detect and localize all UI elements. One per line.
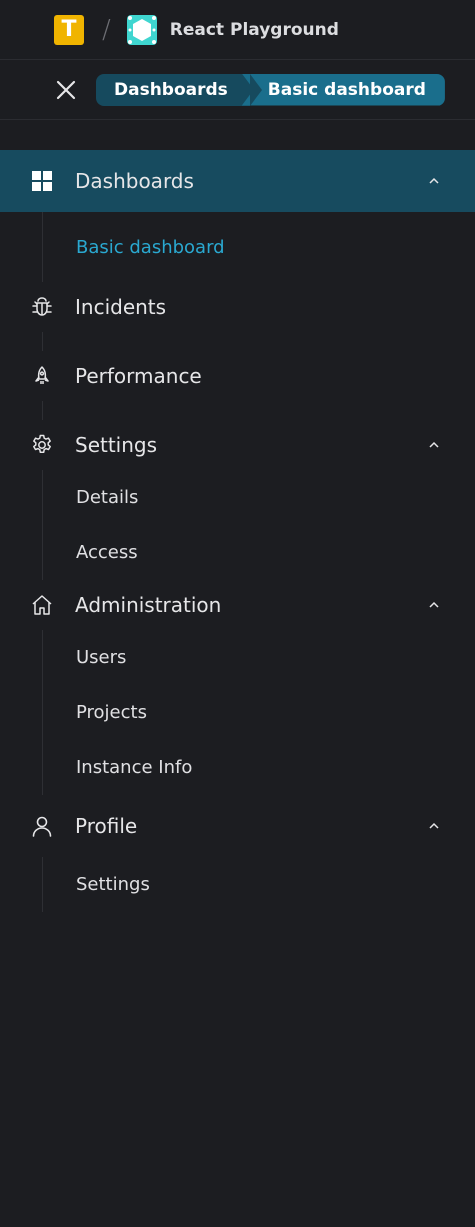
submenu-item-details[interactable]: Details [0, 470, 475, 525]
gear-icon [29, 432, 55, 458]
submenu-item-projects[interactable]: Projects [0, 685, 475, 740]
submenu-item-label: Access [76, 542, 138, 563]
sidebar-item-incidents[interactable]: Incidents [0, 282, 475, 332]
grid-icon [29, 168, 55, 194]
submenu-item-users[interactable]: Users [0, 630, 475, 685]
project-name[interactable]: React Playground [170, 20, 339, 40]
nav-guide-line [42, 401, 43, 420]
sidebar-item-administration[interactable]: Administration [0, 580, 475, 630]
sidebar-item-label: Dashboards [75, 169, 194, 193]
chevron-up-icon[interactable] [426, 818, 442, 834]
top-bar: T / React Playground [0, 0, 475, 60]
sidebar-item-dashboards[interactable]: Dashboards [0, 150, 475, 212]
org-logo-letter: T [61, 16, 77, 42]
breadcrumb-item-dashboards[interactable]: Dashboards [96, 73, 262, 106]
breadcrumb: Dashboards Basic dashboard [96, 73, 445, 106]
submenu-item-label: Users [76, 647, 127, 668]
sidebar-item-label: Incidents [75, 295, 167, 319]
user-icon [29, 813, 55, 839]
sidebar-item-settings[interactable]: Settings [0, 420, 475, 470]
nav-guide-line [42, 332, 43, 351]
submenu-item-instance-info[interactable]: Instance Info [0, 740, 475, 795]
sidebar-item-label: Performance [75, 364, 202, 388]
submenu-item-label: Details [76, 487, 139, 508]
home-icon [29, 592, 55, 618]
nav-spacer [0, 332, 475, 351]
org-logo[interactable]: T [54, 14, 84, 45]
submenu-item-profile-settings[interactable]: Settings [0, 857, 475, 912]
hexagon-pattern-icon[interactable] [126, 14, 157, 45]
chevron-up-icon[interactable] [426, 173, 442, 189]
submenu-dashboards: Basic dashboard [0, 212, 475, 282]
submenu-item-label: Projects [76, 702, 147, 723]
bug-icon [29, 294, 55, 320]
sidebar-item-profile[interactable]: Profile [0, 795, 475, 857]
sidebar-item-performance[interactable]: Performance [0, 351, 475, 401]
chevron-up-icon[interactable] [426, 437, 442, 453]
sidebar-item-label: Administration [75, 593, 222, 617]
sidebar-item-label: Profile [75, 814, 138, 838]
submenu-administration: Users Projects Instance Info [0, 630, 475, 795]
path-separator: / [102, 14, 111, 45]
submenu-item-basic-dashboard[interactable]: Basic dashboard [0, 212, 475, 282]
sidebar-item-label: Settings [75, 433, 158, 457]
close-button[interactable] [54, 78, 78, 102]
close-icon [56, 80, 76, 99]
submenu-item-access[interactable]: Access [0, 525, 475, 580]
submenu-item-label: Instance Info [76, 757, 193, 778]
submenu-profile: Settings [0, 857, 475, 912]
breadcrumb-bar: Dashboards Basic dashboard [0, 60, 475, 120]
nav-spacer [0, 401, 475, 420]
sidebar-nav: Dashboards Basic dashboard Incidents Per… [0, 150, 475, 912]
submenu-item-label: Basic dashboard [76, 236, 225, 258]
breadcrumb-item-basic-dashboard[interactable]: Basic dashboard [241, 73, 445, 106]
chevron-up-icon[interactable] [426, 597, 442, 613]
submenu-settings: Details Access [0, 470, 475, 580]
rocket-icon [29, 363, 55, 389]
submenu-item-label: Settings [76, 874, 150, 895]
